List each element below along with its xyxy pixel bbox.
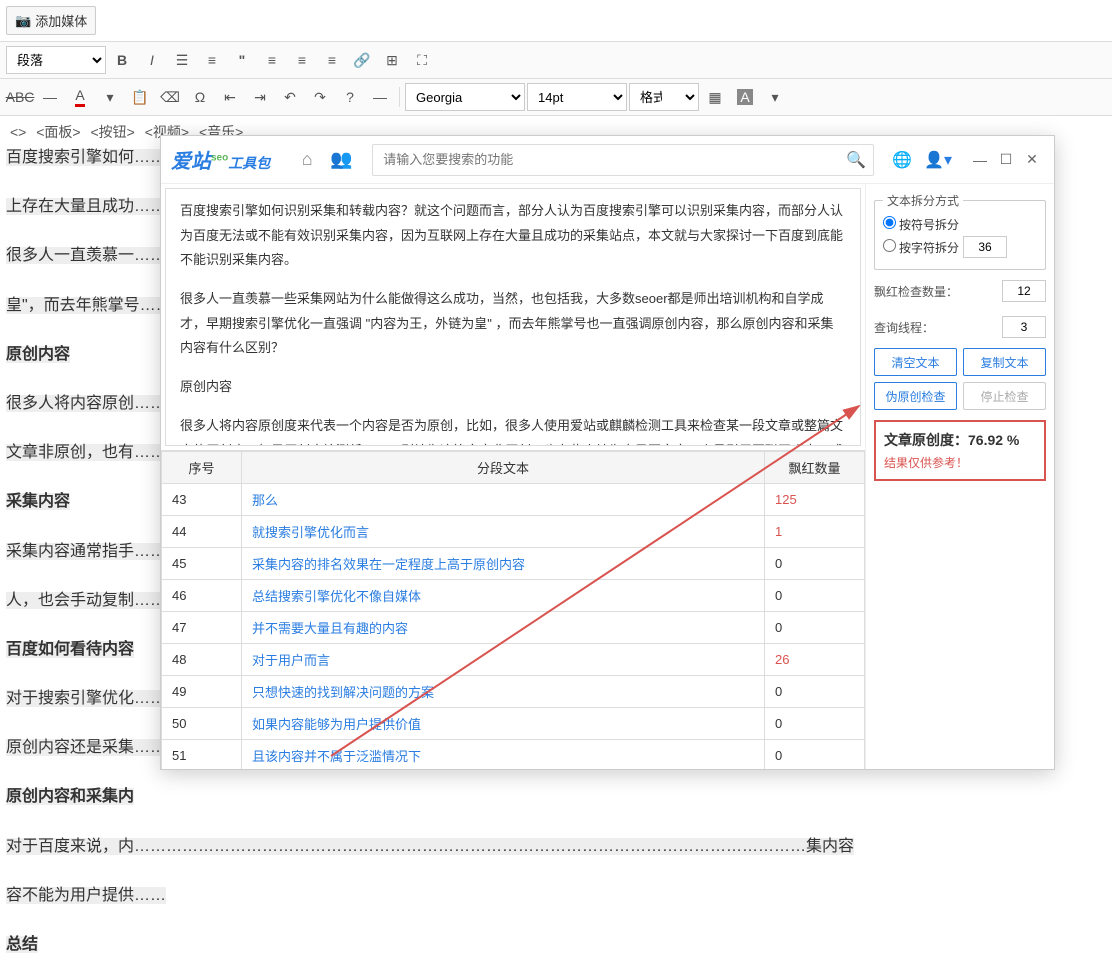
table-row[interactable]: 50如果内容能够为用户提供价值0 xyxy=(162,708,865,740)
result-box: 文章原创度：76.92 % 结果仅供参考！ xyxy=(874,420,1046,481)
tag-button[interactable]: <按钮> xyxy=(91,124,135,140)
paste-button[interactable]: 📋 xyxy=(126,83,154,111)
copy-text-button[interactable]: 复制文本 xyxy=(963,348,1046,376)
char-count-input[interactable] xyxy=(963,236,1007,258)
bold-button[interactable]: B xyxy=(108,46,136,74)
align-right-button[interactable]: ≡ xyxy=(318,46,346,74)
font-size-select[interactable]: 14pt xyxy=(527,83,627,111)
dropdown-icon-2[interactable]: ▾ xyxy=(761,83,789,111)
fullscreen-button[interactable]: ⛶ xyxy=(408,46,436,74)
col-index: 序号 xyxy=(162,452,242,484)
table-row[interactable]: 46总结搜索引擎优化不像自媒体0 xyxy=(162,580,865,612)
heading-baidu: 百度如何看待内容 xyxy=(6,641,134,658)
search-input[interactable] xyxy=(372,144,874,176)
dropdown-icon[interactable]: ▾ xyxy=(96,83,124,111)
indent-button[interactable]: ⇥ xyxy=(246,83,274,111)
result-note: 结果仅供参考！ xyxy=(884,454,1036,471)
split-by-char-radio[interactable]: 按字符拆分 xyxy=(883,239,959,256)
collapse-button[interactable]: — xyxy=(366,83,394,111)
thread-input[interactable] xyxy=(1002,316,1046,338)
heading-collect: 采集内容 xyxy=(6,493,70,510)
media-icon: 📷 xyxy=(15,13,31,29)
account-icon[interactable]: 👤▾ xyxy=(924,146,952,174)
format-select[interactable]: 段落 xyxy=(6,46,106,74)
text-color-button[interactable]: A xyxy=(66,83,94,111)
result-table: 序号 分段文本 飘红数量 43那么12544就搜索引擎优化而言145采集内容的排… xyxy=(161,450,865,769)
heading-original: 原创内容 xyxy=(6,346,70,363)
toolbar-row-1: 段落 B I ☰ ≡ " ≡ ≡ ≡ 🔗 ⊞ ⛶ xyxy=(0,42,1112,79)
globe-icon[interactable]: 🌐 xyxy=(888,146,916,174)
thread-label: 查询线程： xyxy=(874,319,934,336)
search-icon[interactable]: 🔍 xyxy=(846,150,866,170)
table-row[interactable]: 48对于用户而言26 xyxy=(162,644,865,676)
bg-color-button[interactable]: A xyxy=(731,83,759,111)
stop-button[interactable]: 停止检查 xyxy=(963,382,1046,410)
code-icon[interactable]: <> xyxy=(10,124,26,140)
home-icon[interactable]: ⌂ xyxy=(290,143,324,177)
heading-summary: 总结 xyxy=(6,936,38,953)
user-icon[interactable]: 👥 xyxy=(324,143,358,177)
split-by-symbol-radio[interactable]: 按符号拆分 xyxy=(883,216,959,233)
aizhan-tool-window: 爱站seo工具包 ⌂ 👥 🔍 🌐 👤▾ — ☐ ✕ 百度搜索引擎如何识别采集和转… xyxy=(160,135,1055,770)
tag-panel[interactable]: <面板> xyxy=(36,124,80,140)
minimize-button[interactable]: — xyxy=(968,148,992,172)
table-row[interactable]: 45采集内容的排名效果在一定程度上高于原创内容0 xyxy=(162,548,865,580)
strike-button[interactable]: ABC xyxy=(6,83,34,111)
clear-format-button[interactable]: ⌫ xyxy=(156,83,184,111)
undo-button[interactable]: ↶ xyxy=(276,83,304,111)
table-row[interactable]: 44就搜索引擎优化而言1 xyxy=(162,516,865,548)
tool-header: 爱站seo工具包 ⌂ 👥 🔍 🌐 👤▾ — ☐ ✕ xyxy=(161,136,1054,184)
split-mode-fieldset: 文本拆分方式 按符号拆分 按字符拆分 xyxy=(874,192,1046,270)
align-center-button[interactable]: ≡ xyxy=(288,46,316,74)
toolbar-row-2: ABC — A ▾ 📋 ⌫ Ω ⇤ ⇥ ↶ ↷ ? — Georgia 14pt… xyxy=(0,79,1112,116)
col-count: 飘红数量 xyxy=(765,452,865,484)
bullet-list-button[interactable]: ☰ xyxy=(168,46,196,74)
font-family-select[interactable]: Georgia xyxy=(405,83,525,111)
maximize-button[interactable]: ☐ xyxy=(994,148,1018,172)
more-button[interactable]: ⊞ xyxy=(378,46,406,74)
table-button[interactable]: ▦ xyxy=(701,83,729,111)
table-row[interactable]: 51且该内容并不属于泛滥情况下0 xyxy=(162,740,865,770)
help-button[interactable]: ? xyxy=(336,83,364,111)
check-count-label: 飘红检查数量： xyxy=(874,283,958,300)
number-list-button[interactable]: ≡ xyxy=(198,46,226,74)
text-input-area[interactable]: 百度搜索引擎如何识别采集和转载内容？就这个问题而言，部分人认为百度搜索引擎可以识… xyxy=(165,188,861,446)
tool-logo: 爱站seo工具包 xyxy=(171,145,270,174)
special-char-button[interactable]: Ω xyxy=(186,83,214,111)
outdent-button[interactable]: ⇤ xyxy=(216,83,244,111)
tool-sidebar: 文本拆分方式 按符号拆分 按字符拆分 飘红检查数量： 查询线程： 清空文本 复 xyxy=(866,184,1054,769)
check-button[interactable]: 伪原创检查 xyxy=(874,382,957,410)
close-button[interactable]: ✕ xyxy=(1020,148,1044,172)
table-row[interactable]: 43那么125 xyxy=(162,484,865,516)
col-segment: 分段文本 xyxy=(242,452,765,484)
originality-rate: 76.92 % xyxy=(968,432,1019,448)
add-media-button[interactable]: 📷 添加媒体 xyxy=(6,6,96,35)
table-row[interactable]: 47并不需要大量且有趣的内容0 xyxy=(162,612,865,644)
heading-compare: 原创内容和采集内 xyxy=(6,788,134,805)
hr-button[interactable]: — xyxy=(36,83,64,111)
table-row[interactable]: 49只想快速的找到解决问题的方案0 xyxy=(162,676,865,708)
italic-button[interactable]: I xyxy=(138,46,166,74)
quote-button[interactable]: " xyxy=(228,46,256,74)
format-select-2[interactable]: 格式 xyxy=(629,83,699,111)
add-media-label: 添加媒体 xyxy=(35,11,87,30)
check-count-input[interactable] xyxy=(1002,280,1046,302)
redo-button[interactable]: ↷ xyxy=(306,83,334,111)
clear-text-button[interactable]: 清空文本 xyxy=(874,348,957,376)
align-left-button[interactable]: ≡ xyxy=(258,46,286,74)
link-button[interactable]: 🔗 xyxy=(348,46,376,74)
